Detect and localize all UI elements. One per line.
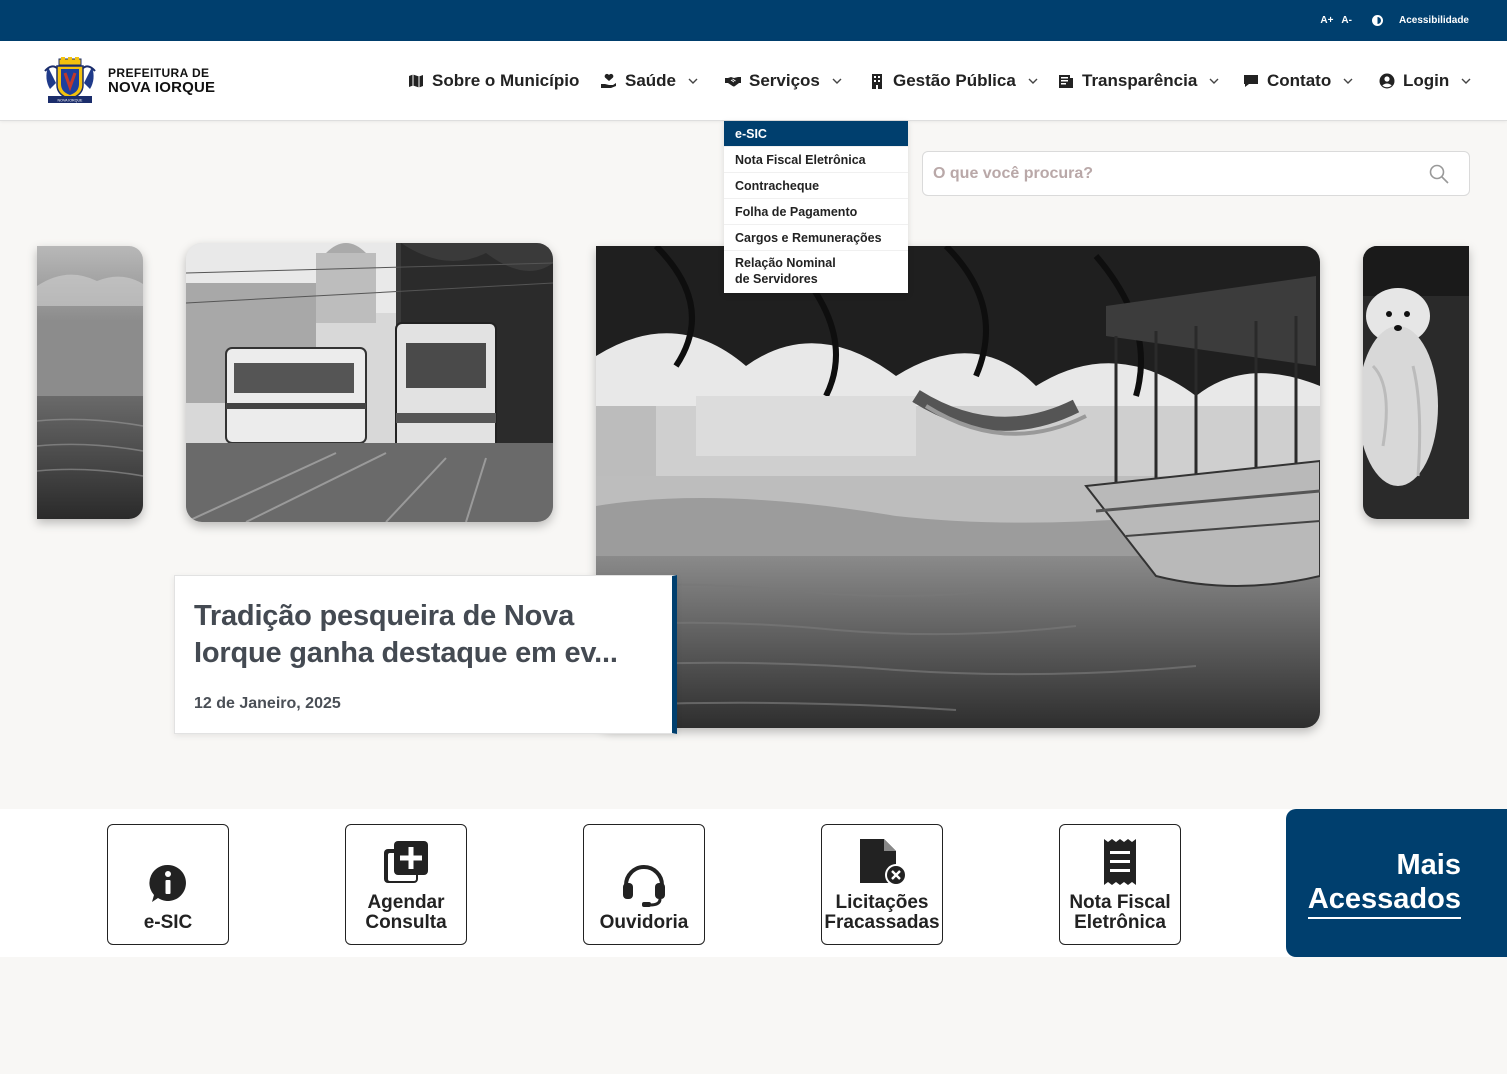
accessibility-bar: A+ A- Acessibilidade [0, 0, 1507, 41]
site-header: NOVA IORQUE PREFEITURA DE NOVA IORQUE So… [0, 41, 1507, 121]
carousel-image-next[interactable] [1363, 246, 1469, 519]
font-decrease-button[interactable]: A- [1341, 15, 1352, 26]
contrast-icon[interactable] [1371, 15, 1383, 26]
mais-acessados-button[interactable]: Mais Acessados [1286, 809, 1507, 957]
chevron-down-icon [1461, 78, 1471, 84]
dropdown-item-cargos-remuneracoes[interactable]: Cargos e Remunerações [724, 225, 908, 251]
featured-news-date: 12 de Janeiro, 2025 [194, 695, 341, 712]
carousel-image-prev[interactable] [37, 246, 143, 519]
quick-access-label: Licitações Fracassadas [824, 892, 940, 933]
chevron-down-icon [832, 78, 842, 84]
chevron-down-icon [1343, 78, 1353, 84]
quick-access-bar: e-SIC Agendar Consulta Ouvidoria Licitaç… [0, 809, 1507, 957]
font-increase-button[interactable]: A+ [1320, 15, 1333, 26]
chevron-down-icon [1028, 78, 1038, 84]
nav-login[interactable]: Login [1379, 69, 1471, 93]
nav-label: Saúde [625, 71, 677, 90]
nav-label: Contato [1267, 71, 1332, 90]
quick-access-label: e-SIC [143, 912, 193, 933]
nav-label: Transparência [1082, 71, 1198, 90]
services-dropdown-menu: e-SIC Nota Fiscal Eletrônica Contrachequ… [724, 121, 908, 293]
dropdown-item-contracheque[interactable]: Contracheque [724, 173, 908, 199]
quick-access-licitacoes-fracassadas[interactable]: Licitações Fracassadas [821, 824, 943, 945]
hand-heart-icon [601, 73, 616, 88]
search-box [922, 151, 1470, 196]
quick-access-label: Nota Fiscal Eletrônica [1069, 892, 1171, 933]
chevron-down-icon [688, 78, 698, 84]
quick-access-agendar-consulta[interactable]: Agendar Consulta [345, 824, 467, 945]
quick-access-ouvidoria[interactable]: Ouvidoria [583, 824, 705, 945]
nav-saude[interactable]: Saúde [601, 69, 698, 93]
user-circle-icon [1379, 73, 1395, 89]
receipt-icon [1104, 839, 1136, 885]
quick-access-label: Agendar Consulta [365, 892, 447, 933]
nav-sobre-o-municipio[interactable]: Sobre o Município [408, 69, 579, 93]
nav-label: Sobre o Município [432, 71, 580, 90]
map-icon [409, 74, 423, 88]
featured-news-card[interactable]: Tradição pesqueira de Nova Iorque ganha … [174, 575, 677, 734]
chevron-down-icon [1209, 78, 1219, 84]
mais-acessados-line-2: Acessados [1307, 882, 1461, 919]
nav-servicos[interactable]: Serviços [725, 69, 842, 93]
info-chat-icon [149, 864, 186, 902]
document-icon [1059, 75, 1073, 88]
nav-contato[interactable]: Contato [1243, 69, 1353, 93]
carousel-image-featured[interactable] [596, 246, 1320, 728]
quick-access-label: Ouvidoria [599, 912, 689, 933]
nav-transparencia[interactable]: Transparência [1058, 69, 1219, 93]
handshake-icon [725, 77, 741, 87]
chat-icon [1244, 75, 1258, 87]
dropdown-item-relacao-nominal[interactable]: Relação Nominal de Servidores [724, 251, 908, 293]
dropdown-item-e-sic[interactable]: e-SIC [724, 121, 908, 147]
headset-icon [623, 865, 665, 907]
mais-acessados-line-1: Mais [1396, 848, 1461, 881]
add-copy-icon [384, 841, 428, 883]
nav-label: Login [1403, 71, 1450, 90]
building-icon [872, 74, 882, 89]
file-x-icon [860, 839, 906, 886]
nav-label: Gestão Pública [893, 71, 1016, 90]
search-icon[interactable] [1429, 164, 1449, 184]
search-input[interactable] [933, 164, 1429, 183]
quick-access-e-sic[interactable]: e-SIC [107, 824, 229, 945]
carousel-image-tram[interactable] [186, 243, 553, 522]
dropdown-item-nota-fiscal[interactable]: Nota Fiscal Eletrônica [724, 147, 908, 173]
nav-label: Serviços [749, 71, 820, 90]
quick-access-nota-fiscal[interactable]: Nota Fiscal Eletrônica [1059, 824, 1181, 945]
accessibility-link[interactable]: Acessibilidade [1399, 15, 1469, 26]
featured-news-title[interactable]: Tradição pesqueira de Nova Iorque ganha … [194, 598, 642, 672]
main-navigation: Sobre o Município Saúde Serviços Gestão … [0, 41, 1507, 121]
dropdown-item-folha-pagamento[interactable]: Folha de Pagamento [724, 199, 908, 225]
nav-gestao-publica[interactable]: Gestão Pública [869, 69, 1038, 93]
